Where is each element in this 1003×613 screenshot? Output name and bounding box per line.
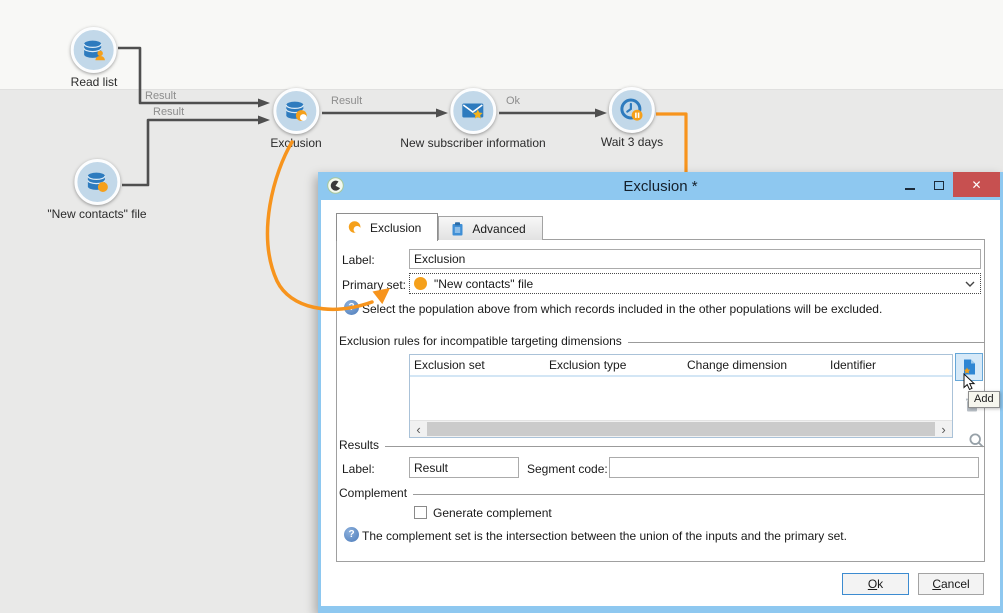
node-label: Wait 3 days	[600, 135, 664, 149]
help-icon: ?	[344, 300, 359, 315]
scroll-right-arrow[interactable]: ›	[935, 421, 952, 437]
complement-group-header: Complement	[337, 486, 986, 500]
rules-table-body[interactable]	[410, 377, 952, 420]
node-new-contacts-file[interactable]: "New contacts" file	[47, 159, 147, 221]
node-label: New subscriber information	[400, 136, 546, 150]
complement-help-text: The complement set is the intersection b…	[362, 529, 847, 543]
edge-label-result-3: Result	[331, 95, 363, 107]
node-new-subscriber-information[interactable]: New subscriber information	[400, 88, 546, 150]
column-change-dimension[interactable]: Change dimension	[683, 358, 826, 372]
email-star-icon	[449, 88, 496, 134]
node-label: Exclusion	[270, 136, 322, 150]
rules-table-header: Exclusion set Exclusion type Change dime…	[410, 355, 952, 377]
rules-group-header: Exclusion rules for incompatible targeti…	[337, 334, 986, 348]
dialog-body: Exclusion Advanced Label: Primary set:	[321, 200, 1000, 606]
close-icon: ✕	[971, 177, 982, 192]
clock-pause-icon	[609, 87, 655, 133]
column-exclusion-type[interactable]: Exclusion type	[545, 358, 683, 372]
primary-set-select[interactable]: "New contacts" file	[409, 273, 981, 294]
exclusion-rules-table[interactable]: Exclusion set Exclusion type Change dime…	[409, 354, 953, 438]
segment-code-input[interactable]	[609, 457, 979, 478]
result-label-input[interactable]	[409, 457, 519, 478]
label-input[interactable]	[409, 249, 981, 269]
group-divider	[385, 445, 985, 447]
exclusion-dialog: Exclusion * ✕ Exclusion Advanced Label: …	[318, 172, 1003, 613]
chevron-down-icon	[965, 281, 975, 287]
maximize-button[interactable]	[924, 172, 953, 197]
column-exclusion-set[interactable]: Exclusion set	[410, 358, 545, 372]
workflow-canvas: Result Result Result Ok Read list "New c…	[0, 0, 1003, 613]
node-wait-3-days[interactable]: Wait 3 days	[601, 87, 663, 149]
population-dot-icon	[414, 277, 427, 290]
node-label: "New contacts" file	[47, 207, 147, 221]
complement-group-title: Complement	[339, 486, 408, 500]
primary-set-help-text: Select the population above from which r…	[362, 302, 883, 316]
group-divider	[627, 341, 985, 343]
advanced-tab-icon	[452, 221, 463, 235]
segment-code-caption: Segment code:	[527, 462, 608, 476]
primary-set-value: "New contacts" file	[434, 276, 534, 291]
rules-group-title: Exclusion rules for incompatible targeti…	[339, 334, 622, 348]
maximize-icon	[933, 181, 944, 190]
generate-complement-checkbox[interactable]	[414, 506, 427, 519]
file-icon	[73, 159, 120, 205]
label-caption: Label:	[342, 253, 375, 267]
tab-exclusion[interactable]: Exclusion	[336, 213, 439, 241]
dialog-titlebar: Exclusion * ✕	[321, 172, 1000, 200]
read-list-icon	[71, 27, 117, 73]
ok-button[interactable]: Ok	[842, 573, 909, 595]
node-label: Read list	[70, 75, 118, 89]
primary-set-caption: Primary set:	[342, 278, 407, 292]
tab-page-exclusion: Label: Primary set: "New contacts" file …	[336, 239, 1000, 562]
cancel-button[interactable]: Cancel	[918, 573, 984, 595]
scrollbar-thumb[interactable]	[427, 422, 935, 436]
edge-label-result-1: Result	[145, 90, 177, 102]
results-group-title: Results	[339, 438, 380, 452]
exclusion-tab-icon	[348, 221, 361, 234]
minimize-icon	[904, 187, 915, 190]
exclusion-icon	[272, 88, 319, 134]
minimize-button[interactable]	[895, 172, 924, 197]
close-button[interactable]: ✕	[953, 172, 1000, 197]
result-label-caption: Label:	[342, 462, 375, 476]
column-identifier[interactable]: Identifier	[826, 358, 952, 372]
node-read-list[interactable]: Read list	[70, 27, 118, 89]
tab-label: Exclusion	[370, 220, 422, 235]
node-exclusion[interactable]: Exclusion	[270, 88, 322, 150]
tabstrip: Exclusion Advanced	[336, 212, 543, 241]
group-divider	[413, 493, 985, 495]
results-group-header: Results	[337, 438, 986, 452]
tab-advanced[interactable]: Advanced	[438, 216, 543, 240]
edge-label-result-2: Result	[153, 106, 185, 118]
generate-complement-label: Generate complement	[433, 506, 552, 520]
scroll-left-arrow[interactable]: ‹	[410, 421, 427, 437]
mouse-cursor	[963, 372, 977, 396]
help-icon: ?	[344, 527, 359, 542]
horizontal-scrollbar[interactable]: ‹ ›	[410, 420, 952, 437]
tab-label: Advanced	[472, 221, 526, 236]
canvas-top-band	[0, 0, 1003, 90]
